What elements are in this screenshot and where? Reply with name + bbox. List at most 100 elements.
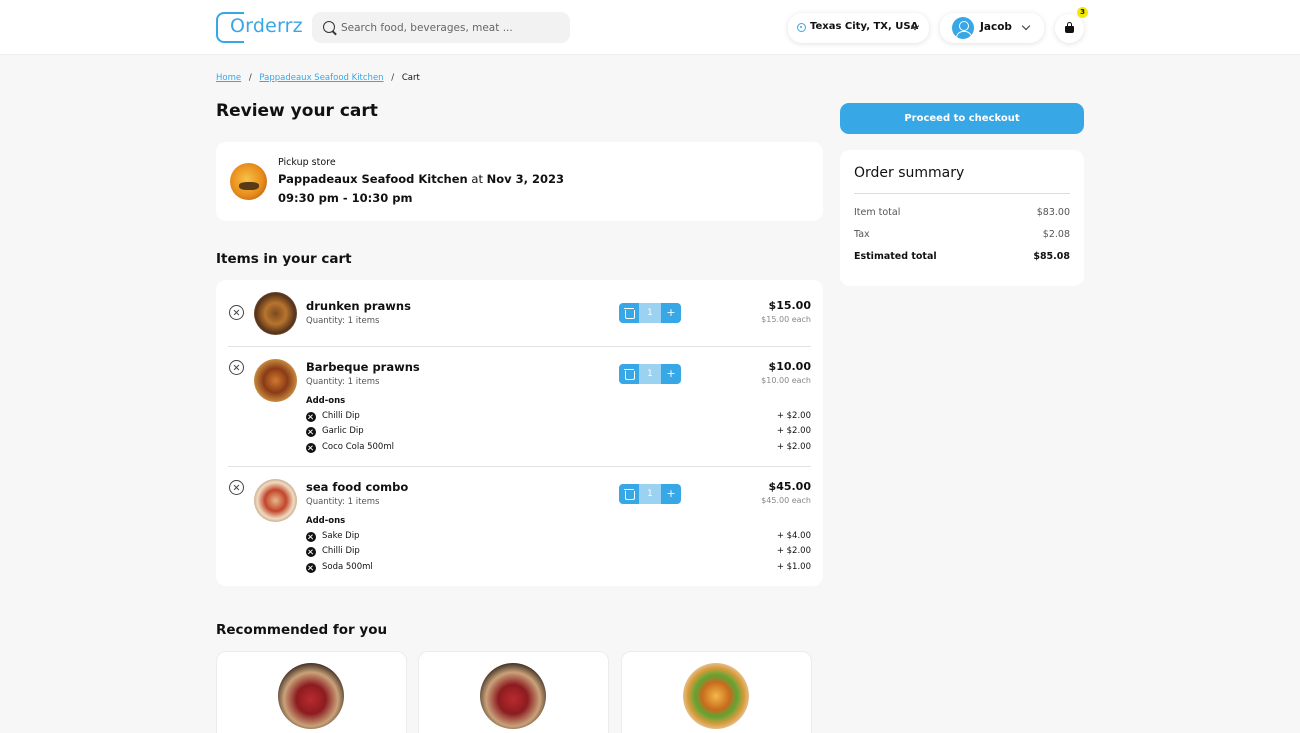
- breadcrumb: Home / Pappadeaux Seafood Kitchen / Cart: [216, 73, 420, 83]
- order-summary-card: Order summary Item total $83.00 Tax $2.0…: [840, 150, 1084, 286]
- addons-heading: Add-ons: [306, 516, 346, 526]
- item-unit-price: $45.00 each: [761, 496, 811, 505]
- addons-heading: Add-ons: [306, 396, 346, 406]
- addon-price: + $2.00: [776, 411, 811, 421]
- user-avatar-icon: [952, 17, 974, 39]
- breadcrumb-store-link[interactable]: Pappadeaux Seafood Kitchen: [259, 73, 383, 83]
- item-price: $45.00: [768, 480, 811, 493]
- summary-value: $85.08: [1033, 251, 1070, 262]
- pickup-time: 09:30 pm - 10:30 pm: [278, 191, 413, 205]
- pickup-at: at: [471, 172, 483, 186]
- remove-addon-icon[interactable]: [306, 532, 316, 542]
- remove-addon-icon[interactable]: [306, 547, 316, 557]
- increment-button[interactable]: +: [661, 484, 681, 504]
- quantity-value[interactable]: 1: [639, 303, 661, 323]
- user-name: Jacob: [980, 21, 1012, 33]
- shopping-bag-icon: [1065, 22, 1074, 33]
- recommended-card[interactable]: [621, 651, 812, 733]
- summary-value: $2.08: [1042, 229, 1070, 240]
- top-header: Orderrz Texas City, TX, USA Jacob 3: [0, 0, 1300, 55]
- summary-label: Estimated total: [854, 251, 937, 262]
- addon-row: Coco Cola 500ml + $2.00: [306, 441, 811, 455]
- cart-count-badge: 3: [1077, 7, 1088, 18]
- pickup-store-name: Pappadeaux Seafood Kitchen: [278, 172, 468, 186]
- addon-name: Coco Cola 500ml: [322, 442, 394, 452]
- addon-name: Sake Dip: [322, 531, 360, 541]
- quantity-stepper: 1 +: [619, 484, 681, 504]
- search-input[interactable]: [341, 12, 561, 43]
- quantity-value[interactable]: 1: [639, 484, 661, 504]
- pickup-label: Pickup store: [278, 157, 336, 168]
- addon-name: Chilli Dip: [322, 411, 360, 421]
- remove-addon-icon[interactable]: [306, 563, 316, 573]
- orderrz-logo[interactable]: Orderrz: [216, 12, 303, 43]
- trash-icon[interactable]: [619, 484, 639, 504]
- cart-button[interactable]: 3: [1055, 7, 1088, 43]
- proceed-to-checkout-button[interactable]: Proceed to checkout: [840, 103, 1084, 134]
- remove-addon-icon[interactable]: [306, 412, 316, 422]
- pickup-store-card: Pickup store Pappadeaux Seafood Kitchen …: [216, 142, 823, 221]
- item-image: [254, 479, 297, 522]
- burger-image: [683, 663, 749, 729]
- user-menu[interactable]: Jacob: [940, 13, 1044, 43]
- remove-item-icon[interactable]: [229, 480, 244, 495]
- increment-button[interactable]: +: [661, 303, 681, 323]
- divider: [854, 193, 1070, 194]
- addon-price: + $2.00: [776, 426, 811, 436]
- item-name: drunken prawns: [306, 299, 411, 313]
- cart-item: sea food combo Quantity: 1 items 1 + $45…: [228, 467, 811, 586]
- remove-addon-icon[interactable]: [306, 427, 316, 437]
- item-unit-price: $10.00 each: [761, 376, 811, 385]
- trash-icon[interactable]: [619, 303, 639, 323]
- item-price: $10.00: [768, 360, 811, 373]
- addon-row: Soda 500ml + $1.00: [306, 561, 811, 575]
- summary-value: $83.00: [1036, 207, 1070, 218]
- recommended-card[interactable]: [216, 651, 407, 733]
- item-quantity: Quantity: 1 items: [306, 316, 380, 326]
- addon-price: + $1.00: [776, 562, 811, 572]
- item-image: [254, 359, 297, 402]
- location-pin-icon: [797, 23, 806, 32]
- addon-price: + $2.00: [776, 442, 811, 452]
- item-quantity: Quantity: 1 items: [306, 497, 380, 507]
- recommended-card[interactable]: [418, 651, 609, 733]
- order-summary-title: Order summary: [854, 165, 965, 181]
- addon-name: Garlic Dip: [322, 426, 364, 436]
- breadcrumb-separator: /: [248, 73, 252, 83]
- store-logo-image: [230, 163, 267, 200]
- quantity-stepper: 1 +: [619, 303, 681, 323]
- remove-item-icon[interactable]: [229, 305, 244, 320]
- item-name: Barbeque prawns: [306, 360, 420, 374]
- pickup-date: Nov 3, 2023: [486, 172, 565, 186]
- addon-name: Chilli Dip: [322, 546, 360, 556]
- breadcrumb-home-link[interactable]: Home: [216, 73, 241, 83]
- quantity-stepper: 1 +: [619, 364, 681, 384]
- cart-items-card: drunken prawns Quantity: 1 items 1 + $15…: [216, 280, 823, 586]
- addon-price: + $4.00: [776, 531, 811, 541]
- trash-icon[interactable]: [619, 364, 639, 384]
- logo-text: Orderrz: [230, 15, 303, 37]
- addon-row: Garlic Dip + $2.00: [306, 425, 811, 439]
- increment-button[interactable]: +: [661, 364, 681, 384]
- location-selector[interactable]: Texas City, TX, USA: [788, 13, 929, 43]
- chevron-down-icon: [1021, 21, 1031, 31]
- addon-row: Chilli Dip + $2.00: [306, 545, 811, 559]
- breadcrumb-current: Cart: [401, 73, 420, 83]
- location-label: Texas City, TX, USA: [810, 21, 919, 32]
- addon-name: Soda 500ml: [322, 562, 373, 572]
- cart-item: Barbeque prawns Quantity: 1 items 1 + $1…: [228, 347, 811, 466]
- remove-addon-icon[interactable]: [306, 443, 316, 453]
- item-quantity: Quantity: 1 items: [306, 377, 380, 387]
- item-name: sea food combo: [306, 480, 409, 494]
- item-price: $15.00: [768, 299, 811, 312]
- summary-label: Item total: [854, 207, 901, 218]
- addon-price: + $2.00: [776, 546, 811, 556]
- addon-row: Chilli Dip + $2.00: [306, 410, 811, 424]
- meat-image: [480, 663, 546, 729]
- recommended-section-title: Recommended for you: [216, 622, 388, 638]
- quantity-value[interactable]: 1: [639, 364, 661, 384]
- remove-item-icon[interactable]: [229, 360, 244, 375]
- search-bar: [312, 12, 570, 43]
- page-title: Review your cart: [216, 101, 378, 121]
- item-unit-price: $15.00 each: [761, 315, 811, 324]
